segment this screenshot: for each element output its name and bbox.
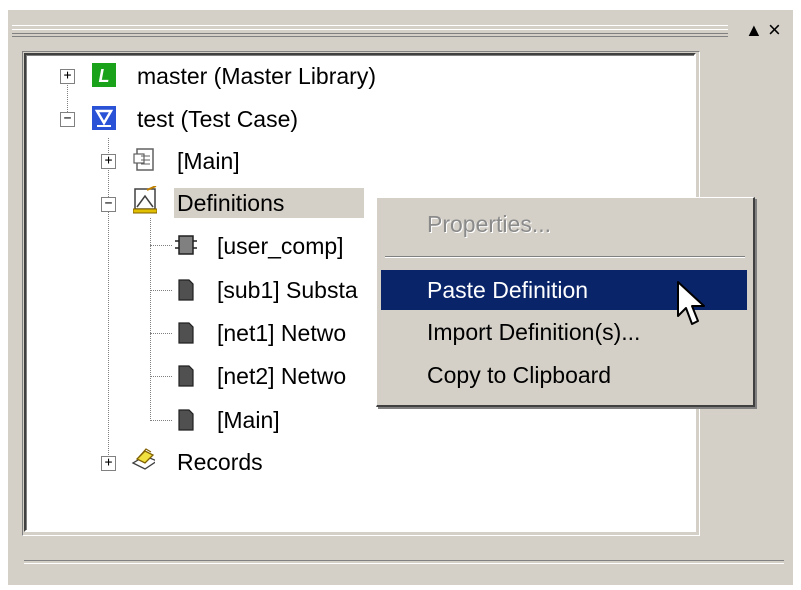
tree-item-net1[interactable]: [net1] Netwo bbox=[214, 317, 349, 349]
tree-item-test[interactable]: test (Test Case) bbox=[134, 103, 301, 135]
svg-text:L: L bbox=[99, 66, 110, 86]
document-icon bbox=[174, 408, 198, 432]
tree-item-label: master (Master Library) bbox=[137, 63, 376, 89]
library-icon: L bbox=[92, 63, 116, 87]
tree-line bbox=[150, 218, 151, 421]
menu-item-properties: Properties... bbox=[427, 211, 551, 237]
expand-records-button[interactable]: + bbox=[101, 456, 116, 471]
tree-line bbox=[150, 290, 172, 291]
tree-item-sub1[interactable]: [sub1] Substa bbox=[214, 274, 361, 306]
mouse-pointer-icon bbox=[677, 281, 705, 325]
module-icon bbox=[133, 148, 157, 172]
tree-item-label: [Main] bbox=[177, 148, 240, 174]
tree-item-main-definition[interactable]: [Main] bbox=[214, 404, 283, 436]
testcase-icon bbox=[92, 106, 116, 130]
tree-item-label: [sub1] Substa bbox=[217, 277, 358, 303]
tree-item-label: [user_comp] bbox=[217, 233, 344, 259]
tree-item-label: [net1] Netwo bbox=[217, 320, 347, 346]
document-icon bbox=[174, 321, 198, 345]
tree-item-records[interactable]: Records bbox=[174, 446, 266, 478]
menu-separator bbox=[385, 256, 745, 258]
tree-item-label: [net2] Netwo bbox=[217, 363, 347, 389]
tree-item-definitions[interactable]: Definitions bbox=[174, 187, 365, 219]
tree-item-label: Records bbox=[177, 449, 263, 475]
tree-item-user-comp[interactable]: [user_comp] bbox=[214, 230, 347, 262]
collapse-test-button[interactable]: − bbox=[60, 112, 75, 127]
tree-item-label: Definitions bbox=[174, 188, 365, 218]
menu-item-copy-to-clipboard[interactable]: Copy to Clipboard bbox=[381, 355, 747, 395]
expand-main-button[interactable]: + bbox=[101, 154, 116, 169]
component-icon bbox=[174, 233, 198, 257]
tree-line bbox=[150, 245, 172, 246]
tree-item-label: test (Test Case) bbox=[137, 106, 299, 132]
expand-master-button[interactable]: + bbox=[60, 69, 75, 84]
tree-item-main-module[interactable]: [Main] bbox=[174, 145, 243, 177]
definitions-icon bbox=[133, 186, 157, 214]
tree-line bbox=[108, 138, 109, 463]
tree-item-label: [Main] bbox=[217, 407, 280, 433]
close-icon[interactable]: × bbox=[768, 19, 781, 41]
tree-line bbox=[150, 376, 172, 377]
collapse-definitions-button[interactable]: − bbox=[101, 197, 116, 212]
tree-item-net2[interactable]: [net2] Netwo bbox=[214, 360, 349, 392]
tree-line bbox=[150, 333, 172, 334]
document-icon bbox=[174, 364, 198, 388]
tree-item-master[interactable]: master (Master Library) bbox=[134, 60, 379, 92]
panel-grip[interactable] bbox=[12, 25, 728, 37]
document-icon bbox=[174, 278, 198, 302]
records-icon bbox=[131, 448, 155, 472]
maximize-icon[interactable]: ▲ bbox=[745, 20, 763, 40]
tree-line bbox=[150, 420, 172, 421]
bottom-divider bbox=[24, 560, 784, 564]
